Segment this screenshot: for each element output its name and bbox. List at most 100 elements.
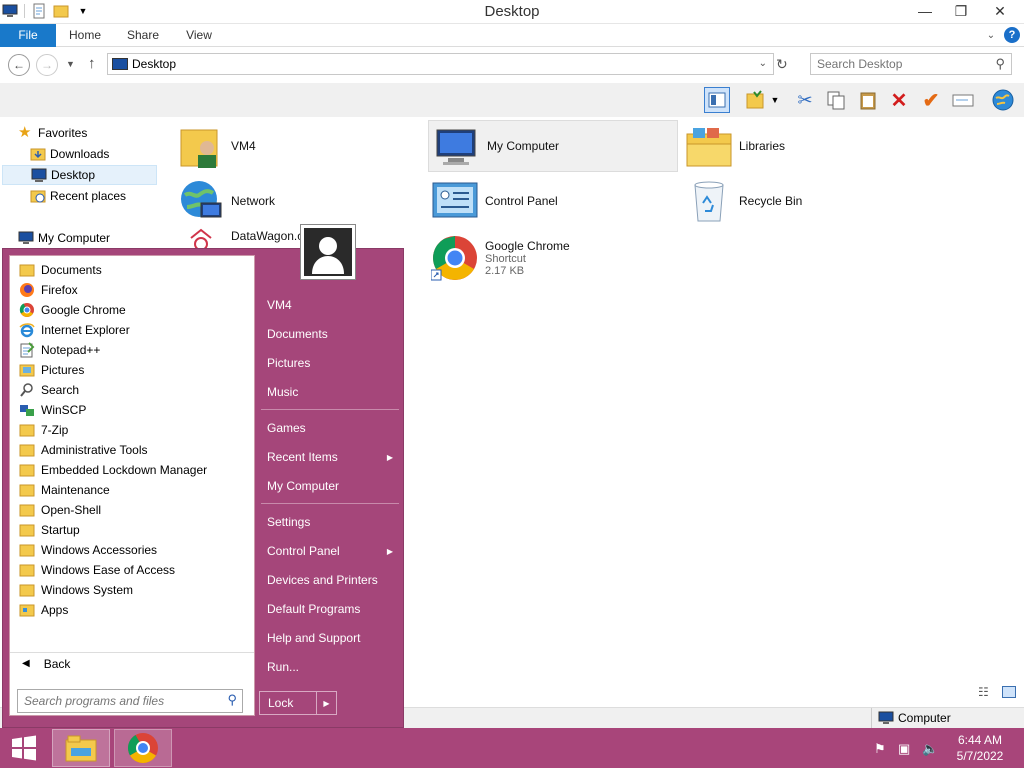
start-right-item-default-programs[interactable]: Default Programs xyxy=(259,596,399,622)
item-recycle-bin[interactable]: Recycle Bin xyxy=(685,176,802,226)
close-button[interactable]: ✕ xyxy=(980,0,1020,22)
search-icon[interactable]: ⚲ xyxy=(995,56,1005,72)
start-right-item-music[interactable]: Music xyxy=(259,379,399,405)
lock-button[interactable]: Lock ▶ xyxy=(259,691,337,715)
program-item-windows-ease-of-access[interactable]: Windows Ease of Access xyxy=(10,560,254,580)
start-right-item-help-and-support[interactable]: Help and Support xyxy=(259,625,399,651)
maximize-button[interactable]: ❐ xyxy=(944,0,978,22)
system-clock[interactable]: 6:44 AM 5/7/2022 xyxy=(944,732,1016,764)
action-center-flag-icon[interactable]: ⚑ xyxy=(874,741,886,757)
apps-folder-icon xyxy=(19,602,35,618)
item-libraries[interactable]: Libraries xyxy=(685,121,785,171)
start-right-item-settings[interactable]: Settings xyxy=(259,509,399,535)
ribbon-expand-icon[interactable]: ⌄ xyxy=(982,24,1000,47)
item-google-chrome-shortcut[interactable]: Google Chrome Shortcut 2.17 KB xyxy=(430,231,570,285)
program-item-apps[interactable]: Apps xyxy=(10,600,254,620)
lock-options-arrow-icon[interactable]: ▶ xyxy=(316,692,336,714)
program-item-embedded-lockdown-manager[interactable]: Embedded Lockdown Manager xyxy=(10,460,254,480)
computer-icon xyxy=(18,230,34,246)
program-item-windows-accessories[interactable]: Windows Accessories xyxy=(10,540,254,560)
up-arrow-icon[interactable]: ↑ xyxy=(88,55,96,72)
nav-item-label: Desktop xyxy=(51,168,96,182)
cut-icon[interactable]: ✂ xyxy=(792,87,818,113)
program-item-open-shell[interactable]: Open-Shell xyxy=(10,500,254,520)
start-right-item-devices-and-printers[interactable]: Devices and Printers xyxy=(259,567,399,593)
search-input[interactable] xyxy=(817,57,987,71)
start-right-item-recent-items[interactable]: Recent Items ▶ xyxy=(259,444,399,470)
item-label: Control Panel xyxy=(485,194,558,208)
paste-icon[interactable] xyxy=(855,87,881,113)
delete-icon[interactable]: ✕ xyxy=(886,87,912,113)
start-right-item-pictures[interactable]: Pictures xyxy=(259,350,399,376)
search-icon xyxy=(19,382,35,398)
taskbar-explorer[interactable] xyxy=(52,729,110,767)
preview-pane-icon[interactable] xyxy=(704,87,730,113)
program-label: Firefox xyxy=(41,283,78,297)
folder-icon xyxy=(19,522,35,538)
item-network[interactable]: Network xyxy=(177,176,275,226)
address-bar[interactable]: Desktop ⌄ xyxy=(107,53,774,75)
tab-home[interactable]: Home xyxy=(62,24,108,47)
search-box[interactable]: ⚲ xyxy=(810,53,1012,75)
help-icon[interactable]: ? xyxy=(1004,27,1020,43)
start-search-input[interactable] xyxy=(24,694,214,708)
recent-locations-icon[interactable]: ▼ xyxy=(66,59,75,69)
details-view-icon[interactable]: ☷ xyxy=(978,685,989,699)
network-status-icon[interactable]: ▣ xyxy=(898,741,910,757)
start-right-item-run[interactable]: Run... xyxy=(259,654,399,680)
back-button[interactable]: ◀ Back xyxy=(10,652,254,674)
search-icon[interactable]: ⚲ xyxy=(227,692,237,708)
tab-share[interactable]: Share xyxy=(120,24,166,47)
program-item-internet-explorer[interactable]: Internet Explorer xyxy=(10,320,254,340)
item-my-computer[interactable]: My Computer xyxy=(428,120,678,172)
start-right-item-my-computer[interactable]: My Computer xyxy=(259,473,399,499)
program-label: Embedded Lockdown Manager xyxy=(41,463,208,477)
refresh-icon[interactable]: ↻ xyxy=(776,56,788,73)
tab-view[interactable]: View xyxy=(178,24,220,47)
program-item-startup[interactable]: Startup xyxy=(10,520,254,540)
start-right-item-vm4[interactable]: VM4 xyxy=(259,292,399,318)
program-item-winscp[interactable]: WinSCP xyxy=(10,400,254,420)
globe-icon[interactable] xyxy=(990,87,1016,113)
start-right-item-games[interactable]: Games xyxy=(259,415,399,441)
folder-options-dropdown-icon[interactable]: ▼ xyxy=(768,87,782,113)
properties-check-icon[interactable]: ✔ xyxy=(918,87,944,113)
program-item-maintenance[interactable]: Maintenance xyxy=(10,480,254,500)
program-item-search[interactable]: Search xyxy=(10,380,254,400)
program-label: Google Chrome xyxy=(41,303,126,317)
item-vm4[interactable]: VM4 xyxy=(177,121,256,171)
program-item-7-zip[interactable]: 7-Zip xyxy=(10,420,254,440)
folder-options-icon[interactable] xyxy=(742,87,768,113)
program-item-google-chrome[interactable]: Google Chrome xyxy=(10,300,254,320)
nav-item-my-computer[interactable]: My Computer xyxy=(18,228,176,248)
nav-item-desktop[interactable]: Desktop xyxy=(2,165,157,185)
program-label: Administrative Tools xyxy=(41,443,148,457)
program-item-firefox[interactable]: Firefox xyxy=(10,280,254,300)
taskbar-chrome[interactable] xyxy=(114,729,172,767)
back-arrow-icon[interactable]: ← xyxy=(8,54,30,76)
address-dropdown-icon[interactable]: ⌄ xyxy=(759,58,767,69)
program-label: Notepad++ xyxy=(41,343,101,357)
item-control-panel[interactable]: Control Panel xyxy=(431,176,558,226)
program-label: Windows Accessories xyxy=(41,543,158,557)
nav-item-favorites[interactable]: ★ Favorites xyxy=(18,123,176,143)
program-item-notepad[interactable]: Notepad++ xyxy=(10,340,254,360)
program-item-pictures[interactable]: Pictures xyxy=(10,360,254,380)
forward-arrow-icon[interactable]: → xyxy=(36,54,58,76)
start-button[interactable] xyxy=(0,729,48,767)
minimize-button[interactable]: — xyxy=(908,0,942,22)
tab-file[interactable]: File xyxy=(0,24,56,47)
chrome-icon xyxy=(430,234,479,282)
start-right-item-control-panel[interactable]: Control Panel ▶ xyxy=(259,538,399,564)
program-item-administrative-tools[interactable]: Administrative Tools xyxy=(10,440,254,460)
large-icons-view-icon[interactable] xyxy=(1002,686,1016,698)
copy-icon[interactable] xyxy=(823,87,849,113)
program-item-windows-system[interactable]: Windows System xyxy=(10,580,254,600)
start-right-item-documents[interactable]: Documents xyxy=(259,321,399,347)
taskbar: ⚑ ▣ 🔈 6:44 AM 5/7/2022 xyxy=(0,728,1024,768)
program-item-documents[interactable]: Documents xyxy=(10,260,254,280)
start-search-box[interactable]: ⚲ xyxy=(17,689,243,713)
user-picture[interactable] xyxy=(300,224,356,280)
rename-icon[interactable] xyxy=(950,87,976,113)
volume-muted-icon[interactable]: 🔈 xyxy=(922,741,938,757)
